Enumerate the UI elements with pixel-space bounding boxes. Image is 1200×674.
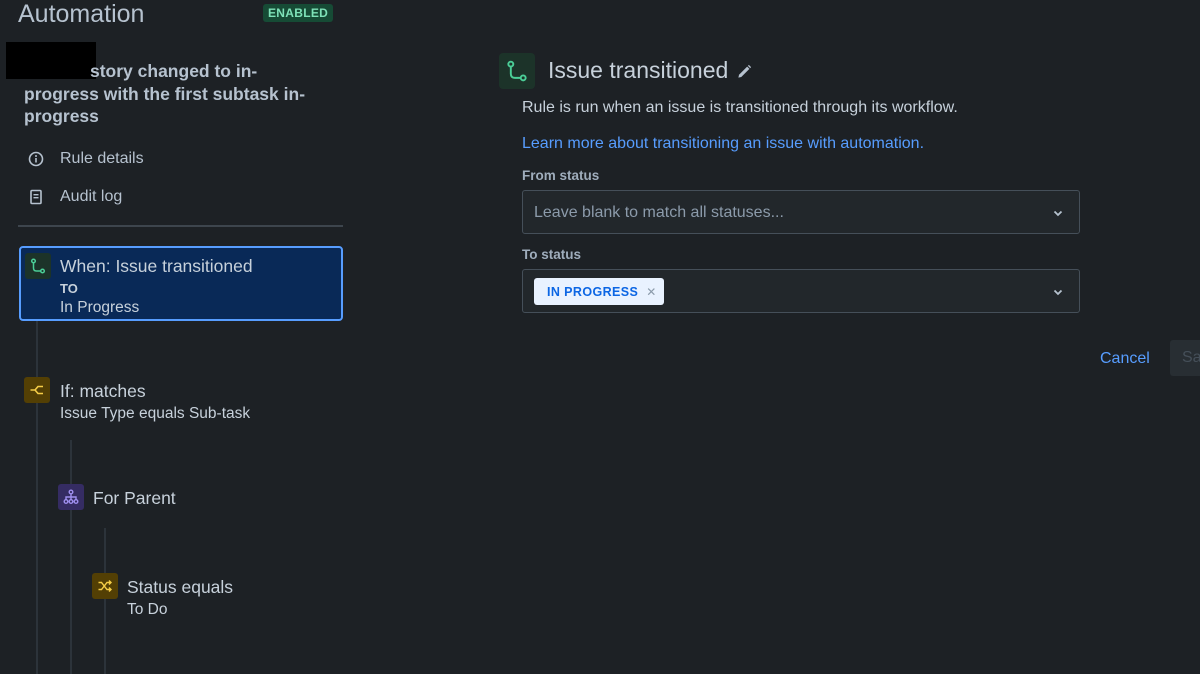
app-title: Automation: [18, 0, 145, 28]
cancel-button[interactable]: Cancel: [1092, 345, 1158, 373]
divider: [18, 225, 343, 227]
chevron-down-icon: [1051, 206, 1065, 220]
trigger-title: When: Issue transitioned: [60, 256, 253, 276]
transition-icon: [499, 53, 535, 89]
nav-audit-log-label: Audit log: [60, 188, 123, 205]
from-status-placeholder: Leave blank to match all statuses...: [534, 204, 784, 221]
trigger-status: In Progress: [60, 299, 140, 316]
close-icon[interactable]: ✕: [646, 285, 656, 299]
component-description: Rule is run when an issue is transitione…: [522, 99, 958, 116]
to-status-select[interactable]: IN PROGRESS ✕: [522, 269, 1080, 313]
component-title: Issue transitioned: [548, 57, 729, 83]
status-badge: ENABLED: [263, 4, 334, 22]
hierarchy-icon: [58, 484, 84, 510]
rule-name[interactable]: story changed to in-progress with the fi…: [24, 60, 324, 128]
trigger-component-card[interactable]: When: Issue transitioned TO In Progress: [19, 246, 343, 321]
trigger-direction: TO: [60, 281, 78, 296]
status-tag-label: IN PROGRESS: [547, 284, 639, 299]
branch-component[interactable]: For Parent: [58, 484, 258, 512]
to-status-label: To status: [522, 247, 582, 262]
flow-connector-line: [70, 440, 72, 674]
condition-title: If: matches: [60, 381, 146, 401]
status-tag: IN PROGRESS ✕: [534, 278, 665, 305]
nested-condition-component[interactable]: Status equals To Do: [92, 573, 292, 621]
branch-condition-icon: [24, 377, 50, 403]
document-icon: [28, 189, 44, 205]
branch-title: For Parent: [93, 488, 176, 508]
condition-detail: Issue Type equals Sub-task: [60, 405, 251, 422]
info-icon: [28, 151, 44, 167]
flow-connector-line: [36, 321, 38, 674]
pencil-icon[interactable]: [735, 63, 753, 81]
learn-more-link[interactable]: Learn more about transitioning an issue …: [522, 135, 924, 153]
nav-audit-log[interactable]: Audit log: [28, 188, 122, 206]
automation-rule-editor: Automation ENABLED story changed to in-p…: [0, 0, 1200, 674]
shuffle-icon: [92, 573, 118, 599]
save-button[interactable]: Sa: [1170, 340, 1200, 376]
from-status-select[interactable]: Leave blank to match all statuses...: [522, 190, 1080, 234]
nested-condition-detail: To Do: [127, 601, 168, 618]
nav-rule-details[interactable]: Rule details: [28, 150, 144, 168]
condition-component[interactable]: If: matches Issue Type equals Sub-task: [24, 377, 324, 425]
chevron-down-icon: [1051, 285, 1065, 299]
from-status-label: From status: [522, 168, 600, 183]
nav-rule-details-label: Rule details: [60, 150, 144, 167]
transition-icon: [25, 253, 51, 279]
nested-condition-title: Status equals: [127, 577, 234, 597]
